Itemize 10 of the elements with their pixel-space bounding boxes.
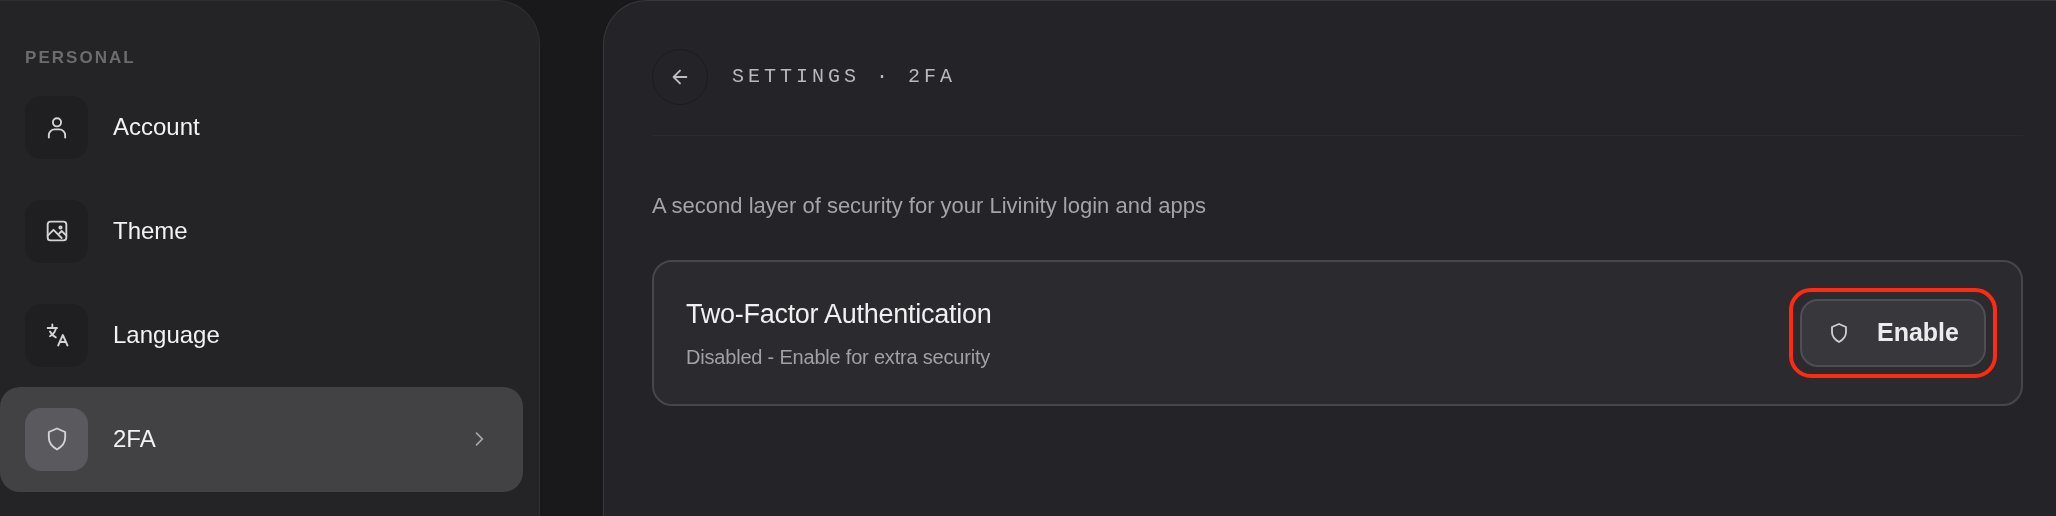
sidebar-item[interactable]: Account xyxy=(0,95,523,159)
card-subtitle: Disabled - Enable for extra security xyxy=(686,345,992,371)
sidebar-item[interactable]: Theme xyxy=(0,199,523,263)
description-text: A second layer of security for your Livinity login and apps xyxy=(652,192,1207,220)
breadcrumb-title: SETTINGS · 2FA xyxy=(732,64,957,90)
sidebar-item[interactable]: Language xyxy=(0,303,523,367)
card-title: Two-Factor Authentication xyxy=(686,297,992,331)
sidebar-item[interactable]: 2FA xyxy=(0,386,523,492)
enable-button[interactable]: Enable xyxy=(1800,299,1986,367)
section-label: PERSONAL xyxy=(25,47,137,69)
